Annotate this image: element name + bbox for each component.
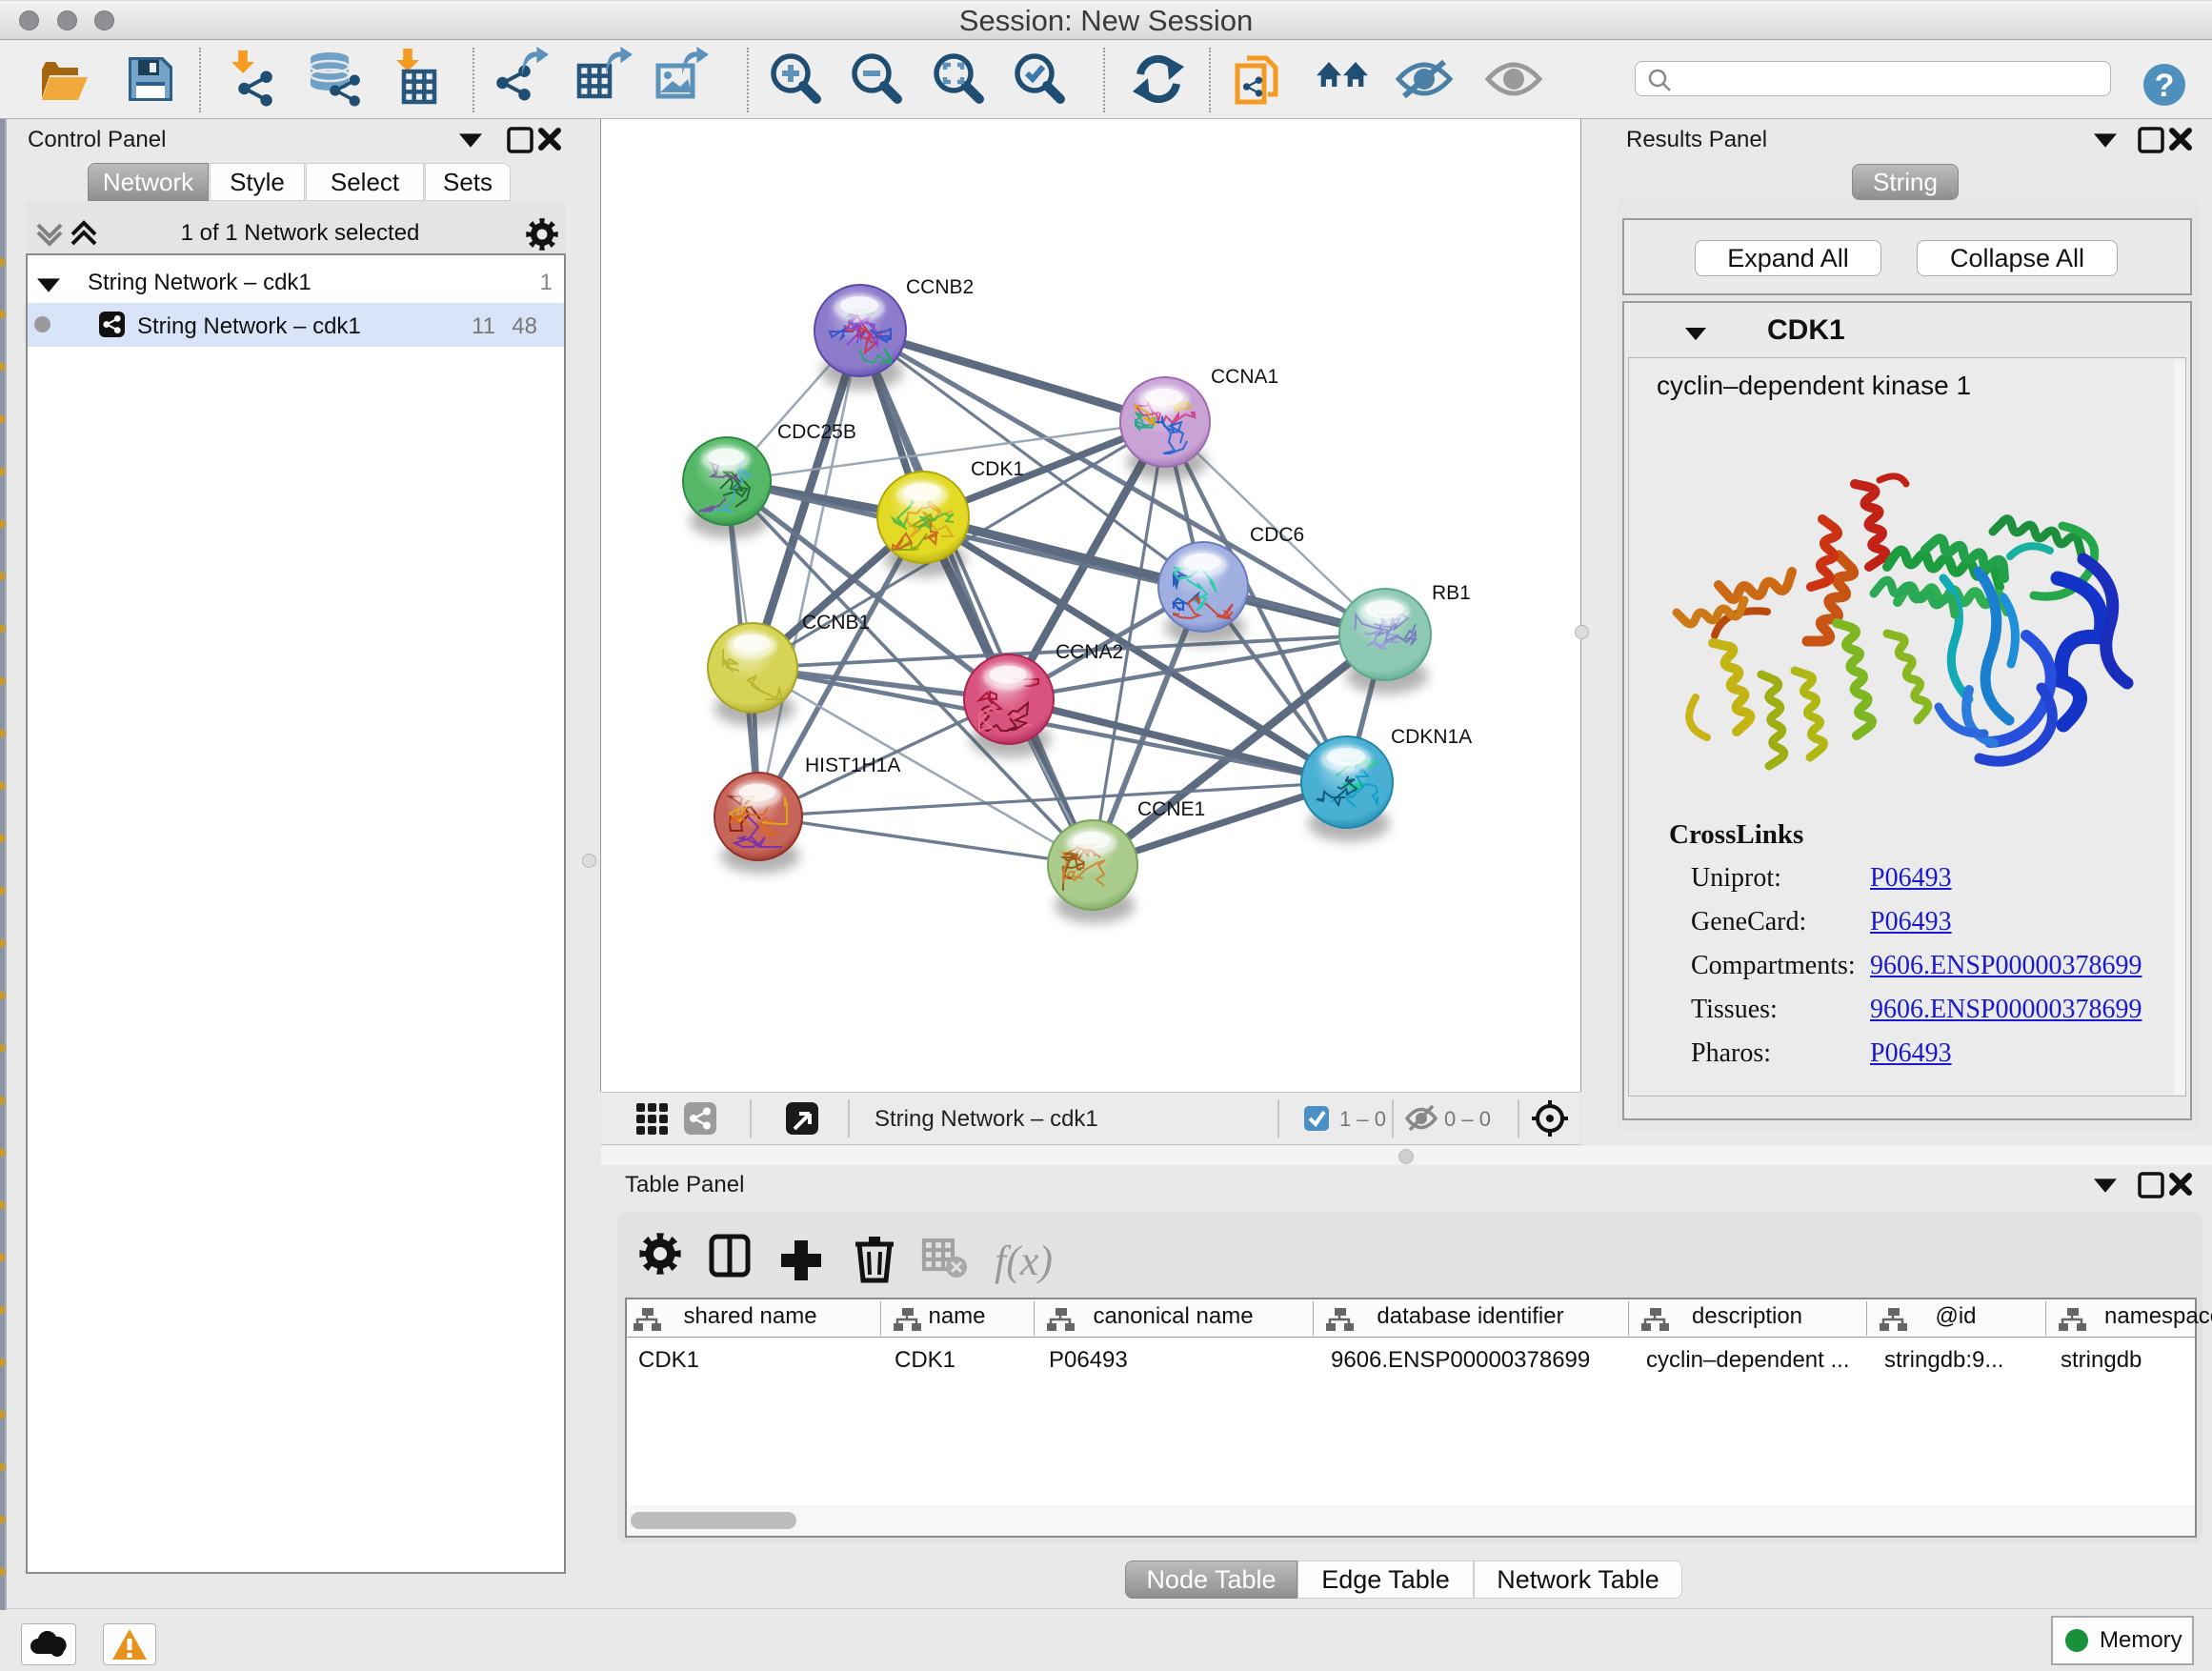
svg-text:1 – 0: 1 – 0 bbox=[1339, 1107, 1386, 1131]
svg-text:CCNB1: CCNB1 bbox=[802, 612, 870, 634]
svg-text:CDK1: CDK1 bbox=[971, 458, 1024, 480]
svg-text:RB1: RB1 bbox=[1432, 582, 1471, 604]
svg-text:CCNE1: CCNE1 bbox=[1137, 798, 1205, 820]
svg-text:HIST1H1A: HIST1H1A bbox=[805, 755, 900, 776]
svg-text:CCNA2: CCNA2 bbox=[1056, 641, 1123, 663]
svg-text:CDC25B: CDC25B bbox=[777, 421, 856, 443]
svg-text:f(x): f(x) bbox=[995, 1238, 1053, 1284]
svg-text:CCNB2: CCNB2 bbox=[906, 276, 974, 298]
svg-text:String Network – cdk1: String Network – cdk1 bbox=[875, 1106, 1098, 1132]
svg-text:CDKN1A: CDKN1A bbox=[1391, 726, 1472, 748]
svg-text:CCNA1: CCNA1 bbox=[1211, 366, 1278, 388]
svg-text:CDC6: CDC6 bbox=[1250, 524, 1304, 546]
svg-text:0 – 0: 0 – 0 bbox=[1444, 1107, 1491, 1131]
